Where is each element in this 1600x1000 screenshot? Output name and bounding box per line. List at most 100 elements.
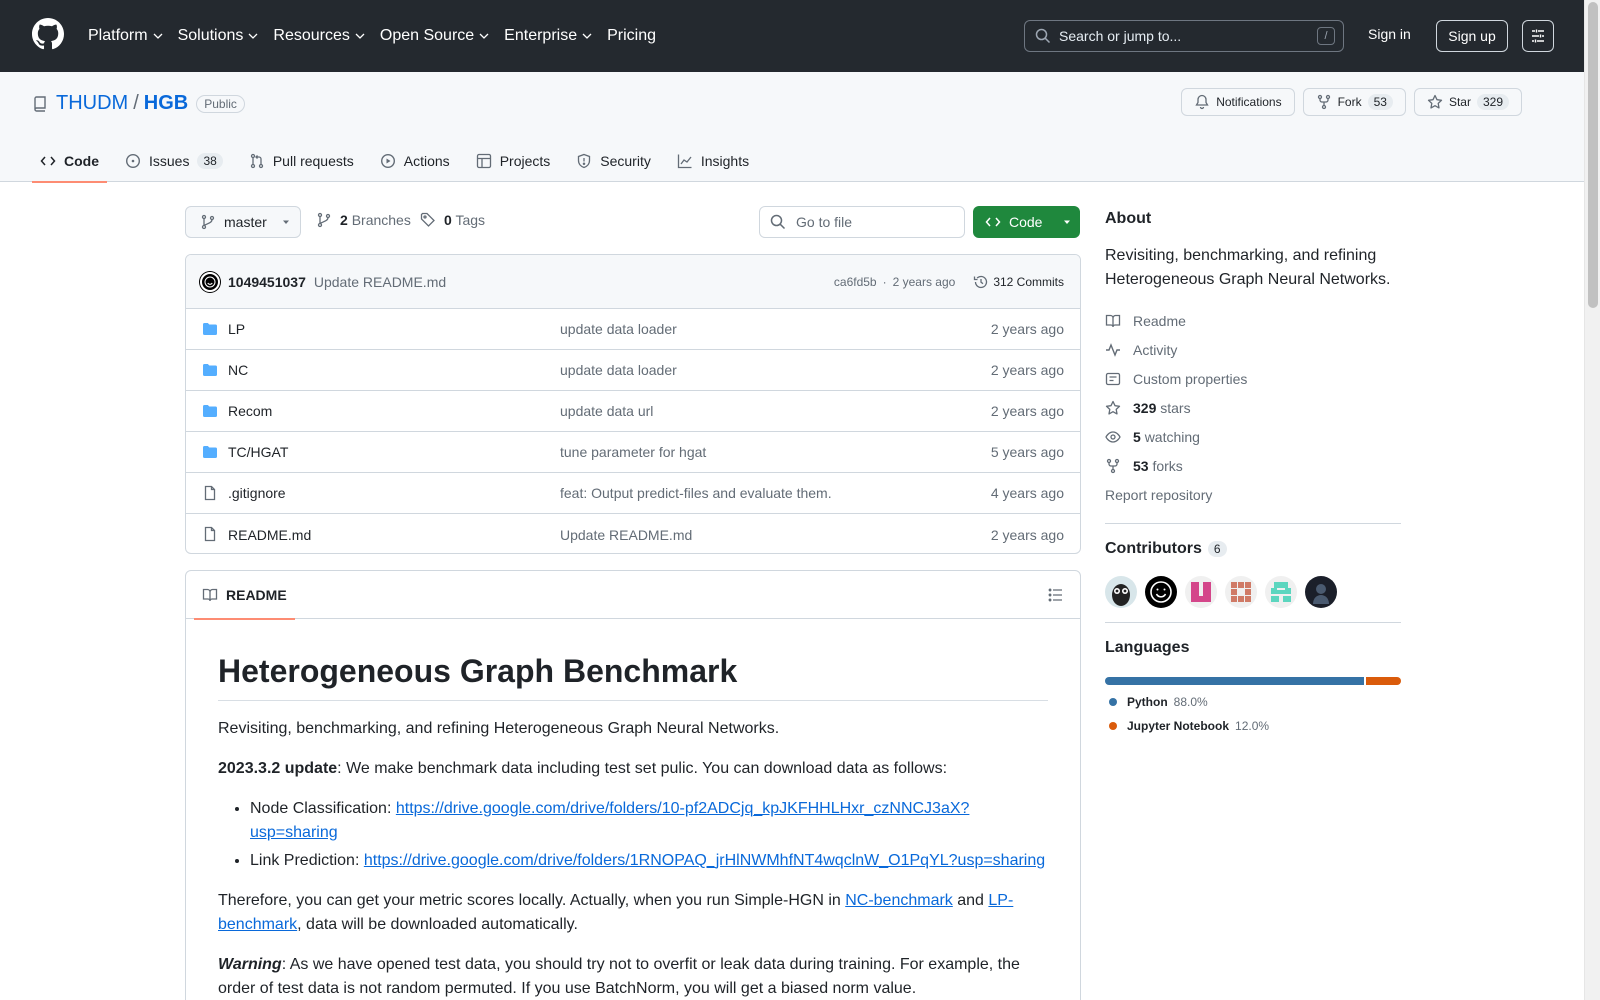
lp-download-link[interactable]: https://drive.google.com/drive/folders/1…: [364, 852, 1045, 869]
file-name[interactable]: .gitignore: [228, 485, 286, 501]
file-commit-message[interactable]: feat: Output predict-files and evaluate …: [560, 485, 832, 501]
file-time: 4 years ago: [990, 485, 1064, 501]
tab-projects[interactable]: Projects: [468, 140, 559, 182]
pulse-icon: [1106, 342, 1120, 357]
readme-update: 2023.3.2 update: We make benchmark data …: [218, 757, 1048, 781]
file-row[interactable]: NC update data loader 2 years ago: [186, 350, 1080, 391]
repo-header: THUDM / HGB Public Notifications Fork 53…: [0, 72, 1584, 183]
repo-owner-link[interactable]: THUDM: [56, 92, 128, 115]
tab-issues[interactable]: Issues 38: [117, 140, 231, 182]
star-button[interactable]: Star 329: [1413, 88, 1522, 116]
go-to-file-input[interactable]: Go to file: [759, 206, 965, 238]
stars-link[interactable]: 329 stars: [1105, 393, 1401, 422]
tab-pull-requests[interactable]: Pull requests: [241, 140, 362, 182]
tab-security[interactable]: Security: [568, 140, 659, 182]
note-icon: [1105, 372, 1121, 385]
forks-count: 53: [1133, 457, 1149, 474]
file-commit-message[interactable]: Update README.md: [560, 527, 692, 543]
nav-label: Open Source: [379, 27, 475, 44]
sign-in-link[interactable]: Sign in: [1368, 26, 1411, 42]
tab-insights[interactable]: Insights: [669, 140, 757, 182]
avatar[interactable]: [1225, 576, 1257, 608]
file-name[interactable]: README.md: [228, 527, 311, 543]
scrollbar-thumb[interactable]: [1588, 2, 1598, 308]
file-commit-message[interactable]: update data url: [560, 403, 653, 419]
nc-benchmark-link[interactable]: NC-benchmark: [845, 892, 953, 909]
table-icon: [476, 153, 491, 169]
file-time: 2 years ago: [990, 321, 1064, 337]
watching-link[interactable]: 5 watching: [1105, 422, 1401, 451]
file-name[interactable]: NC: [228, 362, 248, 378]
commits-history-link[interactable]: 312 Commits: [973, 274, 1064, 290]
star-icon: [1427, 94, 1443, 109]
commit-sha[interactable]: ca6fd5b: [834, 275, 877, 289]
branch-selector[interactable]: master: [185, 206, 301, 238]
custom-properties-label: Custom properties: [1133, 370, 1248, 387]
file-name[interactable]: Recom: [228, 403, 272, 419]
sign-up-button[interactable]: Sign up: [1436, 20, 1508, 52]
file-row[interactable]: TC/HGAT tune parameter for hgat 5 years …: [186, 432, 1080, 473]
tab-label: Pull requests: [272, 153, 354, 169]
code-dropdown-button[interactable]: Code: [973, 206, 1080, 238]
file-name[interactable]: LP: [228, 321, 245, 337]
readme-tab[interactable]: README: [194, 571, 295, 620]
nav-solutions[interactable]: Solutions: [178, 27, 260, 45]
file-commit-message[interactable]: update data loader: [560, 362, 677, 378]
repo-name-link[interactable]: HGB: [144, 92, 188, 115]
divider: [1105, 523, 1401, 524]
graph-icon: [677, 154, 692, 169]
nav-enterprise[interactable]: Enterprise: [504, 27, 593, 45]
nav-open-source[interactable]: Open Source: [380, 27, 490, 45]
commit-author[interactable]: 1049451037: [228, 274, 306, 290]
star-label: Star: [1448, 95, 1471, 109]
language-item[interactable]: Jupyter Notebook 12.0%: [1105, 719, 1401, 733]
activity-link[interactable]: Activity: [1105, 335, 1401, 364]
commit-message[interactable]: Update README.md: [314, 274, 446, 290]
avatar[interactable]: [1105, 576, 1137, 608]
book-icon: [1105, 314, 1121, 327]
branches-link[interactable]: 2 Branches: [316, 212, 411, 228]
avatar[interactable]: [1145, 576, 1177, 608]
text-segment: , data will be downloaded automatically.: [297, 916, 578, 933]
folder-icon: [203, 446, 217, 458]
language-bar-segment: [1365, 677, 1401, 685]
settings-menu-button[interactable]: [1522, 20, 1554, 52]
chevron-down-icon: [582, 33, 592, 39]
readme-link[interactable]: Readme: [1105, 306, 1401, 335]
custom-properties-link[interactable]: Custom properties: [1105, 364, 1401, 393]
avatar[interactable]: [1305, 576, 1337, 608]
language-item[interactable]: Python 88.0%: [1105, 695, 1401, 709]
file-row[interactable]: README.md Update README.md 2 years ago: [186, 514, 1080, 553]
forks-link[interactable]: 53 forks: [1105, 451, 1401, 480]
github-logo-icon[interactable]: [32, 18, 64, 50]
list-icon[interactable]: [1048, 587, 1064, 603]
file-commit-message[interactable]: update data loader: [560, 321, 677, 337]
report-repository-link[interactable]: Report repository: [1105, 480, 1401, 509]
fork-button[interactable]: Fork 53: [1302, 88, 1406, 116]
global-nav: Platform Solutions Resources Open Source…: [88, 0, 670, 72]
tab-code[interactable]: Code: [32, 140, 107, 183]
readme-title: Heterogeneous Graph Benchmark: [218, 651, 1048, 701]
nav-pricing[interactable]: Pricing: [607, 27, 656, 45]
tab-actions[interactable]: Actions: [372, 140, 458, 182]
file-row[interactable]: .gitignore feat: Output predict-files an…: [186, 473, 1080, 514]
nav-resources[interactable]: Resources: [273, 27, 365, 45]
search-input[interactable]: Search or jump to... /: [1024, 20, 1344, 52]
avatar[interactable]: [1265, 576, 1297, 608]
nav-platform[interactable]: Platform: [88, 27, 164, 45]
avatar[interactable]: [1185, 576, 1217, 608]
file-name[interactable]: TC/HGAT: [228, 444, 288, 460]
file-row[interactable]: LP update data loader 2 years ago: [186, 309, 1080, 350]
update-text: : We make benchmark data including test …: [337, 760, 948, 777]
file-commit-message[interactable]: tune parameter for hgat: [560, 444, 706, 460]
avatar[interactable]: [200, 271, 220, 292]
page-scrollbar[interactable]: [1584, 0, 1600, 1000]
nav-label: Platform: [88, 27, 148, 44]
file-row[interactable]: Recom update data url 2 years ago: [186, 391, 1080, 432]
activity-label: Activity: [1133, 341, 1178, 358]
notifications-button[interactable]: Notifications: [1181, 88, 1295, 116]
languages-heading[interactable]: Languages: [1105, 639, 1401, 657]
latest-commit-bar: 1049451037 Update README.md ca6fd5b · 2 …: [186, 255, 1080, 309]
contributors-heading[interactable]: Contributors 6: [1105, 540, 1401, 558]
tags-link[interactable]: 0 Tags: [420, 212, 485, 228]
